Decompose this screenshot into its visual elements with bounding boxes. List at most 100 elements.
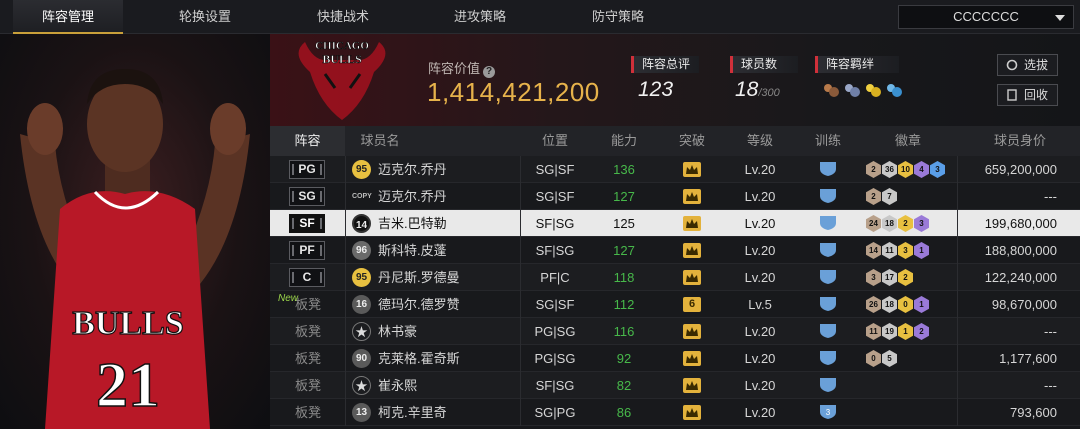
- breakthrough-crown-icon[interactable]: [683, 216, 701, 231]
- badge-icon[interactable]: 3: [866, 269, 881, 286]
- badge-icon[interactable]: 18: [882, 215, 897, 232]
- table-row[interactable]: 板凳 90 克莱格.霍奇斯 PG|SG 92 Lv.20 0 5 1,177,600: [270, 345, 1080, 372]
- badge-icon[interactable]: 2: [898, 215, 913, 232]
- badge-icon[interactable]: 3: [914, 215, 929, 232]
- lineup-slot[interactable]: 板凳: [290, 399, 326, 426]
- table-row[interactable]: PG 95 迈克尔.乔丹 SG|SF 136 Lv.20 2 36 10 4 3 659,200,00…: [270, 156, 1080, 183]
- badge-icon[interactable]: 11: [882, 242, 897, 259]
- badge-icon[interactable]: 5: [882, 350, 897, 367]
- table-row[interactable]: SG COPY 迈克尔.乔丹 SG|SF 127 Lv.20 2 7 ---: [270, 183, 1080, 210]
- player-name[interactable]: 吉米.巴特勒: [378, 210, 447, 237]
- chemistry-icon[interactable]: [864, 82, 882, 100]
- training-shield-icon[interactable]: [818, 242, 838, 258]
- training-shield-icon[interactable]: [818, 377, 838, 393]
- badge-icon[interactable]: 2: [866, 161, 881, 178]
- badge-icon[interactable]: 2: [914, 323, 929, 340]
- badge-icon[interactable]: 3: [930, 161, 945, 178]
- badge-icon[interactable]: 26: [866, 296, 881, 313]
- table-row[interactable]: PF 96 斯科特.皮蓬 SF|SG 127 Lv.20 14 11 3 1 188,800,000: [270, 237, 1080, 264]
- lineup-slot[interactable]: SG: [289, 187, 325, 206]
- badge-icon[interactable]: 18: [882, 296, 897, 313]
- player-level: Lv.20: [744, 189, 776, 204]
- lineup-slot[interactable]: PG: [289, 160, 325, 179]
- recycle-button[interactable]: 回收: [997, 84, 1058, 106]
- badge-icon[interactable]: 10: [898, 161, 913, 178]
- lineup-slot[interactable]: PF: [289, 241, 325, 260]
- col-lineup[interactable]: 阵容: [270, 126, 345, 156]
- col-salary[interactable]: 球员身价: [970, 126, 1070, 156]
- training-shield-icon[interactable]: [818, 323, 838, 339]
- tab-offense[interactable]: 进攻策略: [425, 0, 535, 34]
- lineup-slot[interactable]: 板凳: [290, 372, 326, 399]
- table-row[interactable]: 板凳 13 柯克.辛里奇 SG|PG 86 Lv.20 3 793,600: [270, 399, 1080, 426]
- training-shield-icon[interactable]: 3: [818, 404, 838, 420]
- lineup-slot[interactable]: 板凳: [290, 318, 326, 345]
- breakthrough-crown-icon[interactable]: [683, 270, 701, 285]
- col-breakthrough[interactable]: 突破: [658, 126, 726, 156]
- badge-icon[interactable]: 36: [882, 161, 897, 178]
- player-name[interactable]: 德玛尔.德罗赞: [378, 291, 460, 318]
- training-shield-icon[interactable]: [818, 269, 838, 285]
- select-button[interactable]: 选拔: [997, 54, 1058, 76]
- col-training[interactable]: 训练: [794, 126, 862, 156]
- chemistry-icon[interactable]: [885, 82, 903, 100]
- player-name[interactable]: 迈克尔.乔丹: [378, 156, 447, 183]
- table-row[interactable]: 板凳 ★ 林书豪 PG|SG 116 Lv.20 11 19 1 2 ---: [270, 318, 1080, 345]
- training-shield-icon[interactable]: [818, 215, 838, 231]
- badge-icon[interactable]: 14: [866, 242, 881, 259]
- badge-icon[interactable]: 1: [914, 242, 929, 259]
- badge-icon[interactable]: 1: [898, 323, 913, 340]
- breakthrough-crown-icon[interactable]: [683, 162, 701, 177]
- team-select[interactable]: CCCCCCC: [898, 5, 1074, 29]
- table-row[interactable]: SF 14 吉米.巴特勒 SF|SG 125 Lv.20 24 18 2 3 199,680,000: [270, 210, 1080, 237]
- breakthrough-crown-icon[interactable]: [683, 405, 701, 420]
- col-level[interactable]: 等级: [726, 126, 794, 156]
- training-shield-icon[interactable]: [818, 296, 838, 312]
- col-ability[interactable]: 能力: [590, 126, 658, 156]
- table-row[interactable]: 板凳 New 16 德玛尔.德罗赞 SG|SF 112 6 Lv.5 26 18 0 1 98,670,…: [270, 291, 1080, 318]
- player-name[interactable]: 迈克尔.乔丹: [378, 183, 447, 210]
- badge-icon[interactable]: 24: [866, 215, 881, 232]
- badge-icon[interactable]: 7: [882, 188, 897, 205]
- badge-icon[interactable]: 0: [866, 350, 881, 367]
- badge-icon[interactable]: 19: [882, 323, 897, 340]
- player-name[interactable]: 崔永熙: [378, 372, 417, 399]
- player-name[interactable]: 柯克.辛里奇: [378, 399, 447, 426]
- badge-list: 2 36 10 4 3: [866, 160, 946, 179]
- breakthrough-crown-icon[interactable]: [683, 189, 701, 204]
- col-badges[interactable]: 徽章: [862, 126, 954, 156]
- lineup-slot[interactable]: SF: [289, 214, 325, 233]
- player-name[interactable]: 林书豪: [378, 318, 417, 345]
- tab-quick-tactics[interactable]: 快捷战术: [288, 0, 398, 34]
- breakthrough-crown-icon[interactable]: 6: [683, 297, 701, 312]
- badge-icon[interactable]: 2: [866, 188, 881, 205]
- table-row[interactable]: 板凳 ★ 崔永熙 SF|SG 82 Lv.20 ---: [270, 372, 1080, 399]
- tab-lineup[interactable]: 阵容管理: [13, 0, 123, 34]
- badge-icon[interactable]: 4: [914, 161, 929, 178]
- breakthrough-crown-icon[interactable]: [683, 378, 701, 393]
- training-shield-icon[interactable]: [818, 188, 838, 204]
- training-shield-icon[interactable]: [818, 161, 838, 177]
- col-position[interactable]: 位置: [520, 126, 590, 156]
- player-name[interactable]: 斯科特.皮蓬: [378, 237, 447, 264]
- tab-rotation[interactable]: 轮换设置: [150, 0, 260, 34]
- breakthrough-crown-icon[interactable]: [683, 351, 701, 366]
- breakthrough-crown-icon[interactable]: [683, 324, 701, 339]
- breakthrough-crown-icon[interactable]: [683, 243, 701, 258]
- badge-icon[interactable]: 3: [898, 242, 913, 259]
- tab-defense[interactable]: 防守策略: [563, 0, 673, 34]
- chemistry-icon[interactable]: [822, 82, 840, 100]
- table-row[interactable]: C 95 丹尼斯.罗德曼 PF|C 118 Lv.20 3 17 2 122,240,000: [270, 264, 1080, 291]
- player-name[interactable]: 克莱格.霍奇斯: [378, 345, 460, 372]
- badge-icon[interactable]: 1: [914, 296, 929, 313]
- badge-icon[interactable]: 11: [866, 323, 881, 340]
- badge-icon[interactable]: 2: [898, 269, 913, 286]
- badge-icon[interactable]: 0: [898, 296, 913, 313]
- training-shield-icon[interactable]: [818, 350, 838, 366]
- overall-value: 123: [638, 78, 674, 101]
- col-player-name[interactable]: 球员名: [345, 126, 415, 156]
- player-name[interactable]: 丹尼斯.罗德曼: [378, 264, 460, 291]
- lineup-slot[interactable]: 板凳: [290, 345, 326, 372]
- badge-icon[interactable]: 17: [882, 269, 897, 286]
- chemistry-icon[interactable]: [843, 82, 861, 100]
